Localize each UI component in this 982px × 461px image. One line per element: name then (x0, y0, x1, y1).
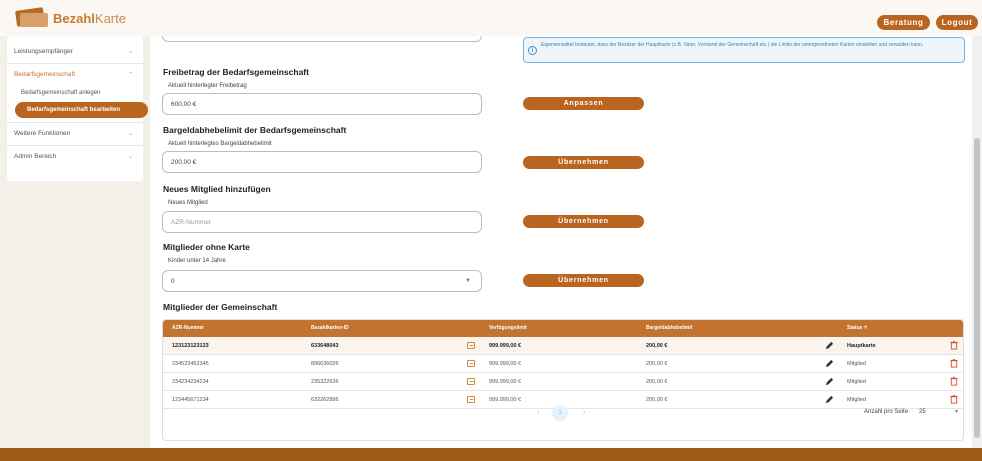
ohne-karte-title: Mitglieder ohne Karte (163, 242, 250, 252)
logo-text: BezahlKarte (53, 10, 126, 26)
table-row: 234234234234 235322636 999.999,00 € 200,… (163, 373, 963, 391)
per-page-select[interactable]: 25 (919, 409, 926, 415)
card-swap-icon[interactable] (467, 360, 475, 367)
page-button[interactable]: 1 (552, 405, 568, 421)
edit-pencil-icon[interactable] (825, 377, 834, 386)
sidebar-item-bedarfsgemeinschaft[interactable]: Bedarfsgemeinschaft ⌃ (7, 64, 143, 84)
header-card-id[interactable]: Bezahlkarten-ID (311, 325, 349, 331)
card-logo-icon (14, 7, 48, 27)
azr-nummer-input[interactable]: AZR-Nummer (162, 211, 482, 233)
trash-icon[interactable] (950, 341, 958, 350)
trash-icon[interactable] (950, 377, 958, 386)
sidebar-subitem-anlegen[interactable]: Bedarfsgemeinschaft anlegen (7, 85, 143, 101)
table-row: 123123123123 633648043 999.999,00 € 200,… (163, 337, 963, 355)
chevron-up-icon: ⌃ (127, 71, 133, 78)
footer (0, 448, 982, 461)
bargeld-label: Aktuell hinterlegtes Bargeldabhebelimit (168, 141, 272, 147)
mitglied-label: Neues Mitglied (168, 200, 208, 206)
edit-pencil-icon[interactable] (825, 359, 834, 368)
info-icon: i (528, 46, 537, 55)
scrolled-input[interactable] (162, 36, 482, 42)
logo[interactable]: BezahlKarte (14, 7, 126, 27)
ohne-karte-uebernehmen-button[interactable]: Übernehmen (523, 274, 644, 287)
beratung-button[interactable]: Beratung (877, 15, 930, 30)
header-status[interactable]: Status 🡡 (847, 325, 867, 333)
bargeld-field[interactable]: 200,00 € (162, 151, 482, 173)
card-swap-icon[interactable] (467, 342, 475, 349)
sidebar-item-leistungsempfaenger[interactable]: Leistungsempfänger ⌄ (7, 41, 143, 61)
chevron-down-icon: ⌄ (127, 48, 133, 55)
dropdown-caret-icon[interactable]: ▼ (954, 409, 959, 415)
info-text: Eigenverwaltet bedeutet, dass der Besitz… (541, 42, 924, 48)
table-header: AZR-Nummer Bezahlkarten-ID Verfügungslim… (163, 320, 963, 337)
chevron-right-icon[interactable]: › (583, 409, 585, 416)
kinder-select[interactable]: 0 ▼ (162, 270, 482, 292)
mitglied-title: Neues Mitglied hinzufügen (163, 184, 271, 194)
bargeld-title: Bargeldabhebelimit der Bedarfsgemeinscha… (163, 125, 347, 135)
logout-button[interactable]: Logout (936, 15, 978, 30)
arrow-up-icon: 🡡 (863, 325, 868, 331)
freibetrag-field[interactable]: 600,00 € (162, 93, 482, 115)
chevron-down-icon: ⌄ (127, 130, 133, 137)
main-content: i Eigenverwaltet bedeutet, dass der Besi… (150, 36, 972, 448)
mitglied-uebernehmen-button[interactable]: Übernehmen (523, 215, 644, 228)
header-limit[interactable]: Verfügungslimit (489, 325, 527, 331)
chevron-left-icon[interactable]: ‹ (537, 409, 539, 416)
ohne-karte-label: Kinder unter 14 Jahre (168, 258, 226, 264)
dropdown-caret-icon: ▼ (465, 278, 471, 284)
scrollbar-thumb[interactable] (974, 138, 980, 438)
table-row: 234523452345 896636026 999.999,00 € 200,… (163, 355, 963, 373)
members-title: Mitglieder der Gemeinschaft (163, 302, 278, 312)
per-page-label: Anzahl pro Seite (864, 409, 909, 415)
chevron-down-icon: ⌄ (127, 153, 133, 160)
top-bar: BezahlKarte Beratung Logout (0, 0, 982, 36)
members-table: AZR-Nummer Bezahlkarten-ID Verfügungslim… (162, 319, 964, 441)
sidebar: Leistungsempfänger ⌄ Bedarfsgemeinschaft ⌃… (7, 36, 148, 181)
freibetrag-title: Freibetrag der Bedarfsgemeinschaft (163, 67, 309, 77)
card-swap-icon[interactable] (467, 378, 475, 385)
sidebar-item-admin-bereich[interactable]: Admin Bereich ⌄ (7, 146, 143, 166)
anpassen-button[interactable]: Anpassen (523, 97, 644, 110)
sidebar-item-weitere-funktionen[interactable]: Weitere Funktionen ⌄ (7, 123, 143, 143)
pagination: ‹ 1 › Anzahl pro Seite 25 ▼ (163, 401, 963, 440)
trash-icon[interactable] (950, 359, 958, 368)
edit-pencil-icon[interactable] (825, 341, 834, 350)
freibetrag-label: Aktuell hinterlegter Freibetrag (168, 83, 247, 89)
header-azr[interactable]: AZR-Nummer (172, 325, 204, 331)
bargeld-uebernehmen-button[interactable]: Übernehmen (523, 156, 644, 169)
sidebar-subitem-bearbeiten[interactable]: Bedarfsgemeinschaft bearbeiten (15, 102, 148, 118)
header-cash[interactable]: Bargeldabhebelimit (646, 325, 692, 331)
info-box: i Eigenverwaltet bedeutet, dass der Besi… (523, 37, 965, 63)
